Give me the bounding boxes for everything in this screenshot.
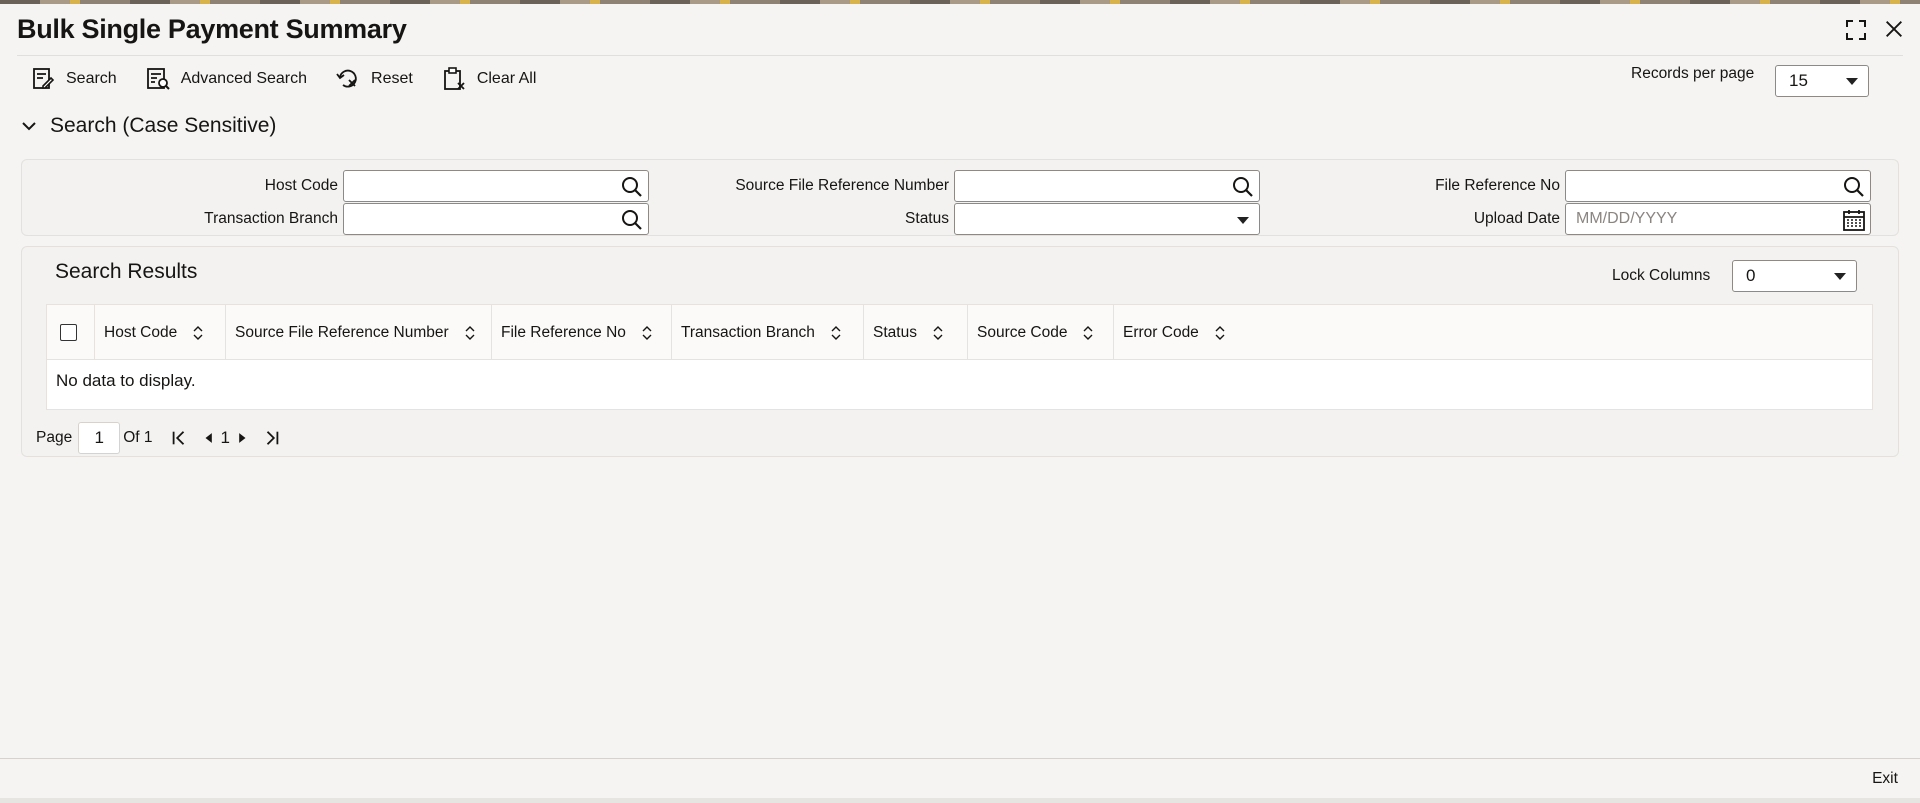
source-file-reference-label: Source File Reference Number: [735, 177, 949, 194]
sort-icon[interactable]: [1083, 325, 1093, 340]
advanced-search-icon: [146, 68, 170, 90]
maximize-icon[interactable]: [1844, 18, 1868, 42]
exit-button[interactable]: Exit: [1855, 766, 1915, 792]
lock-columns-select[interactable]: 0: [1732, 260, 1857, 292]
chevron-down-icon: [1237, 217, 1249, 224]
sort-icon[interactable]: [193, 325, 203, 340]
search-results-title: Search Results: [55, 260, 198, 283]
search-icon[interactable]: [620, 208, 644, 232]
clipboard-clear-icon: [443, 67, 465, 90]
file-reference-input[interactable]: [1565, 170, 1871, 202]
advanced-search-label: Advanced Search: [180, 70, 308, 87]
previous-page-icon[interactable]: [199, 428, 219, 448]
file-reference-label: File Reference No: [1435, 177, 1560, 194]
footer-divider: [0, 758, 1920, 759]
header-divider: [17, 55, 1903, 56]
upload-date-placeholder: MM/DD/YYYY: [1576, 210, 1678, 227]
lock-columns-label: Lock Columns: [1612, 267, 1711, 284]
column-label: Source File Reference Number: [235, 323, 449, 341]
search-results-panel: Search Results Lock Columns 0 Host Code …: [21, 246, 1899, 457]
column-status[interactable]: Status: [864, 305, 968, 360]
column-label: Host Code: [104, 323, 178, 341]
search-button-label: Search: [66, 70, 117, 87]
next-page-icon[interactable]: [232, 428, 252, 448]
page-number-value: 1: [94, 428, 104, 447]
lock-columns-value: 0: [1746, 266, 1756, 285]
search-icon[interactable]: [1231, 175, 1255, 199]
results-table: Host Code Source File Reference Number F…: [46, 304, 1873, 410]
pagination: Page 1 Of 1 1: [36, 422, 282, 454]
sort-icon[interactable]: [933, 325, 943, 340]
column-file-reference[interactable]: File Reference No: [492, 305, 672, 360]
host-code-label: Host Code: [264, 177, 338, 194]
search-doc-icon: [33, 68, 55, 89]
records-per-page-label: Records per page: [1631, 65, 1755, 82]
page-count-label: Of 1: [123, 429, 153, 446]
host-code-input[interactable]: [343, 170, 649, 202]
column-transaction-branch[interactable]: Transaction Branch: [672, 305, 864, 360]
column-label: File Reference No: [501, 323, 626, 341]
table-header: Host Code Source File Reference Number F…: [47, 305, 1872, 360]
transaction-branch-input[interactable]: [343, 203, 649, 235]
chevron-down-icon: [1834, 273, 1846, 280]
source-file-reference-input[interactable]: [954, 170, 1260, 202]
records-per-page-select[interactable]: 15: [1775, 65, 1869, 97]
reset-button-label: Reset: [371, 70, 413, 87]
search-section-toggle[interactable]: Search (Case Sensitive): [22, 114, 276, 138]
page-title: Bulk Single Payment Summary: [17, 14, 407, 44]
search-icon[interactable]: [620, 175, 644, 199]
column-source-code[interactable]: Source Code: [968, 305, 1114, 360]
page-number-input[interactable]: 1: [78, 422, 121, 454]
chevron-down-icon: [22, 122, 36, 131]
status-select[interactable]: [954, 203, 1260, 235]
clear-all-button[interactable]: Clear All: [441, 66, 537, 92]
calendar-icon[interactable]: [1842, 208, 1866, 232]
column-label: Transaction Branch: [681, 323, 815, 341]
column-label: Source Code: [977, 323, 1068, 341]
search-section-heading: Search (Case Sensitive): [50, 114, 277, 137]
sort-icon[interactable]: [1215, 325, 1225, 340]
select-all-checkbox[interactable]: [60, 324, 77, 341]
search-icon[interactable]: [1842, 175, 1866, 199]
page-header: Bulk Single Payment Summary: [0, 4, 1920, 56]
close-icon[interactable]: [1882, 18, 1906, 42]
search-button[interactable]: Search: [30, 66, 117, 92]
records-per-page-value: 15: [1789, 71, 1808, 90]
sort-icon[interactable]: [831, 325, 841, 340]
upload-date-label: Upload Date: [1473, 210, 1560, 227]
sort-icon[interactable]: [642, 325, 652, 340]
reset-button[interactable]: Reset: [335, 66, 413, 92]
column-label: Status: [873, 323, 917, 341]
reset-icon: [336, 69, 357, 88]
clear-all-label: Clear All: [476, 70, 537, 87]
column-host-code[interactable]: Host Code: [95, 305, 226, 360]
empty-message: No data to display.: [56, 371, 196, 390]
column-error-code[interactable]: Error Code: [1114, 305, 1244, 360]
status-label: Status: [905, 210, 949, 227]
first-page-icon[interactable]: [169, 428, 189, 448]
current-page-number: 1: [220, 428, 230, 447]
column-source-file-reference[interactable]: Source File Reference Number: [226, 305, 492, 360]
search-criteria-panel: Host Code Transaction Branch Source File…: [21, 159, 1899, 236]
bottom-strip: [0, 798, 1920, 803]
last-page-icon[interactable]: [262, 428, 282, 448]
toolbar: Search Advanced Search Reset Clear All: [30, 64, 564, 94]
transaction-branch-label: Transaction Branch: [204, 210, 338, 227]
sort-icon[interactable]: [465, 325, 475, 340]
column-label: Error Code: [1123, 323, 1199, 341]
select-all-cell: [47, 305, 95, 360]
window-controls: [1844, 18, 1906, 42]
advanced-search-button[interactable]: Advanced Search: [145, 66, 307, 92]
chevron-down-icon: [1846, 78, 1858, 85]
page-label: Page: [36, 429, 73, 446]
upload-date-input[interactable]: MM/DD/YYYY: [1565, 203, 1871, 235]
